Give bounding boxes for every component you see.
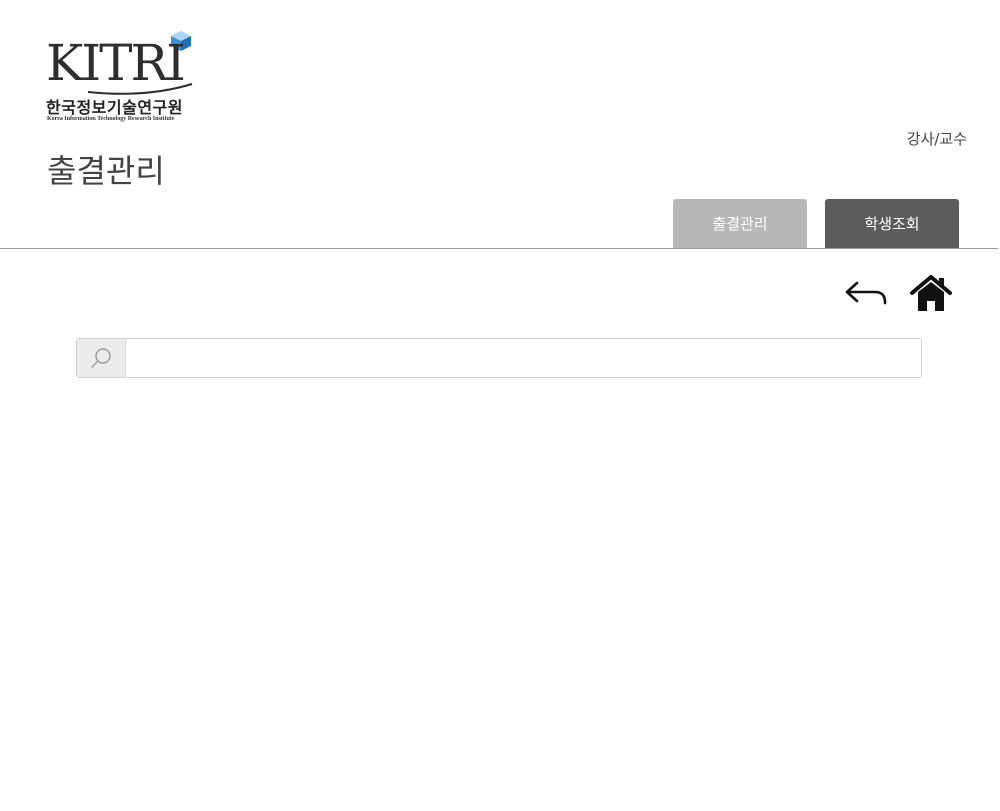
logo-english-name: Korea Information Technology Research In… xyxy=(47,116,175,122)
search-button[interactable] xyxy=(77,339,126,377)
back-button[interactable] xyxy=(843,276,889,308)
back-arrow-icon xyxy=(845,281,887,305)
home-button[interactable] xyxy=(910,274,952,312)
tab-student-lookup[interactable]: 학생조회 xyxy=(825,199,959,248)
search-icon xyxy=(91,348,111,368)
home-icon xyxy=(910,275,952,311)
page: KITRI 한국정보기술연구원 Korea Information Techno… xyxy=(0,0,1000,811)
header-divider xyxy=(0,248,998,249)
search-input[interactable] xyxy=(126,339,921,377)
search-bar xyxy=(76,338,922,378)
logo-korean-name: 한국정보기술연구원 xyxy=(46,98,183,117)
kitri-logo: KITRI 한국정보기술연구원 Korea Information Techno… xyxy=(46,30,206,128)
tab-attendance[interactable]: 출결관리 xyxy=(673,199,807,248)
logo-wordmark: KITRI xyxy=(46,34,186,92)
user-role-label: 강사/교수 xyxy=(906,130,967,148)
page-title: 출결관리 xyxy=(47,152,165,190)
